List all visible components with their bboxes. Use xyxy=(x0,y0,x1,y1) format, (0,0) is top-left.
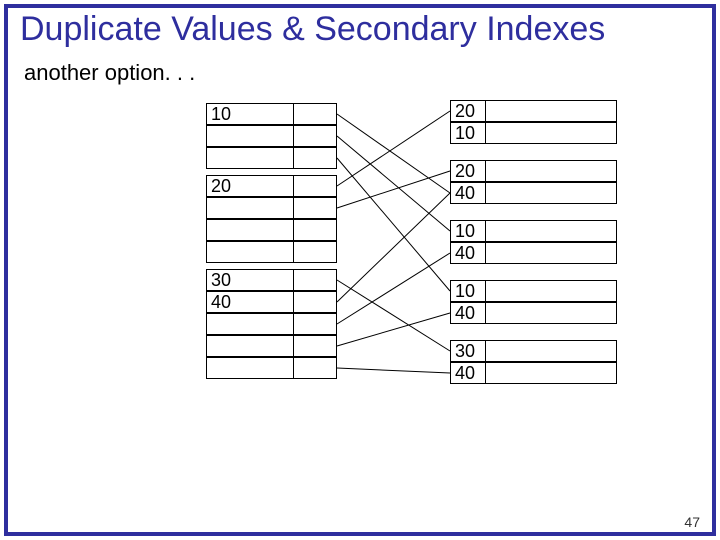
right-record-cell xyxy=(485,302,617,324)
right-key-cell: 10 xyxy=(450,122,486,144)
right-key-cell: 10 xyxy=(450,280,486,302)
left-pointer-cell xyxy=(293,175,337,197)
left-value-cell xyxy=(206,197,294,219)
left-pointer-cell xyxy=(293,197,337,219)
left-pointer-cell xyxy=(293,313,337,335)
left-value-cell: 40 xyxy=(206,291,294,313)
right-key-cell: 30 xyxy=(450,340,486,362)
right-key-cell: 40 xyxy=(450,302,486,324)
right-key-cell: 20 xyxy=(450,100,486,122)
left-pointer-cell xyxy=(293,147,337,169)
right-record-cell xyxy=(485,100,617,122)
left-value-cell: 20 xyxy=(206,175,294,197)
page-number: 47 xyxy=(684,514,700,530)
right-key-cell: 10 xyxy=(450,220,486,242)
left-value-cell xyxy=(206,219,294,241)
left-value-cell xyxy=(206,147,294,169)
right-record-cell xyxy=(485,122,617,144)
left-pointer-cell xyxy=(293,291,337,313)
left-value-cell xyxy=(206,241,294,263)
left-value-cell: 30 xyxy=(206,269,294,291)
left-pointer-cell xyxy=(293,269,337,291)
right-key-cell: 20 xyxy=(450,160,486,182)
right-record-cell xyxy=(485,362,617,384)
left-value-cell xyxy=(206,357,294,379)
right-record-cell xyxy=(485,160,617,182)
right-key-cell: 40 xyxy=(450,182,486,204)
left-pointer-cell xyxy=(293,357,337,379)
slide-subtitle: another option. . . xyxy=(24,60,195,86)
right-key-cell: 40 xyxy=(450,362,486,384)
right-record-cell xyxy=(485,220,617,242)
left-pointer-cell xyxy=(293,125,337,147)
left-pointer-cell xyxy=(293,241,337,263)
right-record-cell xyxy=(485,280,617,302)
left-pointer-cell xyxy=(293,335,337,357)
left-value-cell xyxy=(206,335,294,357)
right-key-cell: 40 xyxy=(450,242,486,264)
left-value-cell: 10 xyxy=(206,103,294,125)
left-value-cell xyxy=(206,125,294,147)
left-pointer-cell xyxy=(293,219,337,241)
left-pointer-cell xyxy=(293,103,337,125)
left-value-cell xyxy=(206,313,294,335)
right-record-cell xyxy=(485,242,617,264)
right-record-cell xyxy=(485,340,617,362)
slide-title: Duplicate Values & Secondary Indexes xyxy=(20,10,605,49)
right-record-cell xyxy=(485,182,617,204)
